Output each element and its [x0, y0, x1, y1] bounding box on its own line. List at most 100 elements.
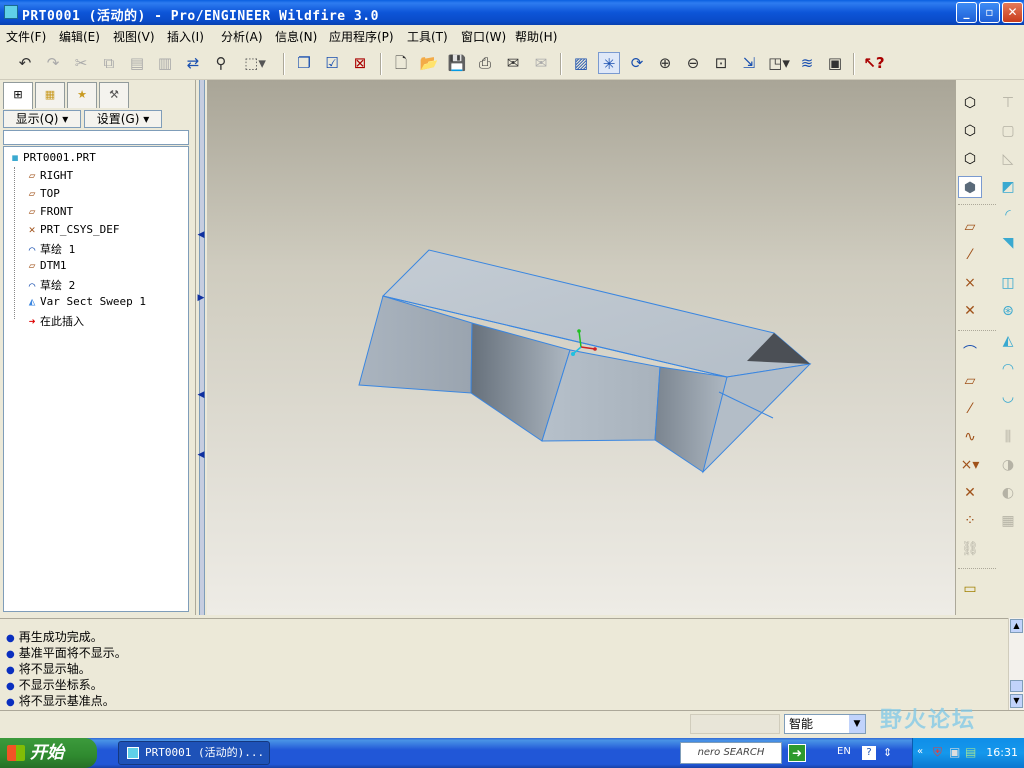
copy-icon[interactable]: ⧉	[98, 52, 120, 74]
tree-node-right[interactable]: ▱ RIGHT	[24, 169, 73, 185]
ime-options-icon[interactable]: ⇕	[883, 746, 892, 759]
zoom-in-icon[interactable]: ⊕	[654, 52, 676, 74]
datum-curve-tool-icon[interactable]: ∿	[958, 426, 982, 448]
redo-icon[interactable]: ↷	[42, 52, 64, 74]
scroll-up-icon[interactable]: ▲	[1010, 619, 1023, 633]
network-icon[interactable]: ▣	[949, 745, 960, 759]
regenerate-icon[interactable]: ⇄	[182, 52, 204, 74]
favorites-tab[interactable]: ★	[67, 82, 97, 108]
close-window-icon[interactable]: ⊠	[349, 52, 371, 74]
tree-node-front[interactable]: ▱ FRONT	[24, 205, 73, 221]
collapse-arrow-icon[interactable]: ◀	[196, 230, 206, 240]
tree-node-sketch-2[interactable]: ⌒ 草绘 2	[24, 277, 76, 293]
chevron-down-icon[interactable]: ▼	[849, 715, 865, 733]
security-icon[interactable]: ⛨	[933, 745, 942, 760]
shell-icon[interactable]: ▢	[996, 120, 1020, 142]
menu-view[interactable]: 视图(V)	[113, 28, 155, 45]
mirror-icon[interactable]: ⫼	[996, 426, 1020, 448]
datum-plane-display-icon[interactable]: ▱	[958, 216, 982, 238]
analysis-feature-icon[interactable]: ⁘	[958, 510, 982, 532]
close-button[interactable]: ✕	[1002, 2, 1023, 23]
tree-node-sketch-1[interactable]: ⌒ 草绘 1	[24, 241, 76, 257]
draft-icon[interactable]: ◩	[996, 176, 1020, 198]
new-window-icon[interactable]: ❐	[293, 52, 315, 74]
tray-expand-icon[interactable]: «	[917, 746, 923, 757]
tree-node-csys[interactable]: ✕ PRT_CSYS_DEF	[24, 223, 120, 239]
email-link-icon[interactable]: ✉	[530, 52, 552, 74]
menu-edit[interactable]: 编辑(E)	[59, 28, 100, 45]
tree-node-dtm1[interactable]: ▱ DTM1	[24, 259, 67, 275]
taskbar-item-proe[interactable]: PRT0001 (活动的)...	[118, 741, 270, 765]
collapse-arrow-icon[interactable]: ◀	[196, 390, 206, 400]
merge-icon[interactable]: ◑	[996, 454, 1020, 476]
point-display-icon[interactable]: ×	[958, 272, 982, 294]
sweep-tool-icon[interactable]: ◭	[996, 330, 1020, 352]
menu-file[interactable]: 文件(F)	[6, 28, 46, 45]
title-bar[interactable]: PRT0001 (活动的) - Pro/ENGINEER Wildfire 3.…	[0, 0, 1024, 25]
extrude-icon[interactable]: ◫	[996, 272, 1020, 294]
scroll-thumb[interactable]	[1010, 680, 1023, 692]
menu-analysis[interactable]: 分析(A)	[221, 28, 263, 45]
folder-browser-tab[interactable]: ▦	[35, 82, 65, 108]
volume-icon[interactable]: ▤	[965, 745, 976, 759]
chain-icon[interactable]: ⛓	[958, 538, 982, 560]
zoom-out-icon[interactable]: ⊖	[682, 52, 704, 74]
context-help-icon[interactable]: ↖?	[863, 52, 885, 74]
repaint-icon[interactable]: ▨	[570, 52, 592, 74]
model-tree-tab[interactable]: ⊞	[3, 82, 33, 109]
save-icon[interactable]: 💾	[446, 52, 468, 74]
maximize-button[interactable]: ▫	[979, 2, 1000, 23]
minimize-button[interactable]: _	[956, 2, 977, 23]
email-icon[interactable]: ✉	[502, 52, 524, 74]
selection-filter-dropdown[interactable]: 智能 ▼	[784, 714, 866, 734]
tree-node-part[interactable]: ◼ PRT0001.PRT	[7, 151, 96, 167]
graphics-viewport[interactable]	[207, 80, 955, 615]
panel-splitter[interactable]: ◀ ▶ ◀ ◀	[195, 80, 207, 615]
hole-icon[interactable]: ⊤	[996, 92, 1020, 114]
expand-arrow-icon[interactable]: ▶	[196, 293, 206, 303]
saved-views-icon[interactable]: ◳▾	[766, 52, 792, 74]
annotation-icon[interactable]: ▭	[958, 578, 982, 600]
trim-icon[interactable]: ◐	[996, 482, 1020, 504]
scroll-down-icon[interactable]: ▼	[1010, 694, 1023, 708]
datum-plane-tool-icon[interactable]: ▱	[958, 370, 982, 392]
start-button[interactable]: 开始	[0, 738, 97, 768]
open-icon[interactable]: 📂	[418, 52, 440, 74]
spin-center-icon[interactable]: ✳	[598, 52, 620, 74]
clock[interactable]: 16:31	[986, 746, 1018, 759]
go-arrow-icon[interactable]: ➜	[788, 744, 806, 762]
help-icon[interactable]: ?	[862, 746, 876, 760]
refit-icon[interactable]: ⊡	[710, 52, 732, 74]
new-file-icon[interactable]: 🗋	[390, 52, 412, 74]
menu-window[interactable]: 窗口(W)	[461, 28, 506, 45]
layers-icon[interactable]: ≋	[796, 52, 818, 74]
tree-node-sweep[interactable]: ◭ Var Sect Sweep 1	[24, 295, 146, 311]
menu-tools[interactable]: 工具(T)	[407, 28, 448, 45]
revolve-icon[interactable]: ⊛	[996, 300, 1020, 322]
print-icon[interactable]: ⎙	[474, 52, 496, 74]
no-hidden-icon[interactable]: ⬡	[958, 148, 982, 170]
boundary-blend-icon[interactable]: ◡	[996, 386, 1020, 408]
find-icon[interactable]: ⚲	[210, 52, 232, 74]
activate-window-icon[interactable]: ☑	[321, 52, 343, 74]
menu-help[interactable]: 帮助(H)	[515, 28, 557, 45]
paste-special-icon[interactable]: ▥	[154, 52, 176, 74]
datum-point-tool-icon[interactable]: ×▾	[958, 454, 982, 476]
settings-dropdown-button[interactable]: 设置(G) ▾	[84, 110, 162, 128]
connections-tab[interactable]: ⚒	[99, 82, 129, 108]
splitter-bar[interactable]	[199, 80, 205, 615]
shading-icon[interactable]: ⬢	[958, 176, 982, 198]
view-manager-icon[interactable]: ▣	[824, 52, 846, 74]
chamfer-icon[interactable]: ◥	[996, 232, 1020, 254]
paste-icon[interactable]: ▤	[126, 52, 148, 74]
csys-display-icon[interactable]: ✕	[958, 300, 982, 322]
hidden-line-icon[interactable]: ⬡	[958, 120, 982, 142]
menu-info[interactable]: 信息(N)	[275, 28, 317, 45]
cut-icon[interactable]: ✂	[70, 52, 92, 74]
model-canvas[interactable]	[207, 80, 955, 615]
tree-node-insert-here[interactable]: ➜ 在此插入	[24, 313, 84, 329]
message-scrollbar[interactable]: ▲ ▼	[1008, 618, 1024, 710]
collapse-arrow-icon[interactable]: ◀	[196, 450, 206, 460]
blend-tool-icon[interactable]: ◠	[996, 358, 1020, 380]
sketch-tool-icon[interactable]: ⌒	[958, 342, 982, 364]
